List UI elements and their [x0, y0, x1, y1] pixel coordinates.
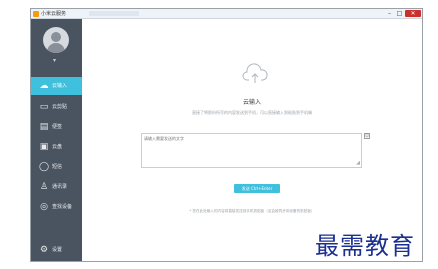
sidebar-item-contacts[interactable]: ♙ 通讯录 [31, 178, 82, 196]
message-input[interactable] [142, 134, 361, 167]
cloud-upload-icon: ☁ [39, 81, 49, 91]
minimize-button[interactable]: – [385, 10, 394, 17]
sidebar: ▾ ☁ 云输入 ▭ 云剪贴 ▤ 便签 ▣ 云盘 ◯ 短信 ♙ 通讯录 ◎ 查找设… [31, 19, 82, 261]
sidebar-item-settings[interactable]: ⚙ 设置 [31, 241, 82, 259]
sidebar-item-cloud-clipboard[interactable]: ▭ 云剪贴 [31, 98, 82, 116]
avatar[interactable] [43, 27, 69, 53]
title-tab [89, 11, 139, 16]
sidebar-item-label: 通讯录 [52, 184, 68, 190]
contacts-icon: ♙ [39, 182, 49, 192]
sidebar-item-label: 云盘 [52, 144, 63, 150]
sidebar-item-sms[interactable]: ◯ 短信 [31, 158, 82, 176]
sidebar-item-notes[interactable]: ▤ 便签 [31, 118, 82, 136]
app-window: 小米云服务 – □ ✕ ▾ ☁ 云输入 ▭ 云剪贴 ▤ 便签 ▣ 云盘 ◯ 短信 [30, 8, 423, 262]
main-panel: 云输入 直接了将那份所写的内容发送到手机，可以直接输入到粘贴到手机端 ◢ ☺ 发… [82, 19, 422, 261]
close-button[interactable]: ✕ [405, 10, 421, 17]
message-icon: ◯ [39, 162, 50, 172]
sidebar-item-label: 设置 [52, 247, 63, 253]
avatar-head-shape [51, 32, 61, 42]
note-icon: ▤ [39, 122, 49, 132]
title-bar[interactable]: 小米云服务 – □ ✕ [31, 9, 422, 19]
sidebar-item-label: 云输入 [52, 83, 68, 89]
sidebar-item-label: 云剪贴 [52, 104, 68, 110]
disk-icon: ▣ [39, 142, 49, 152]
maximize-button[interactable]: □ [395, 10, 404, 17]
app-logo-icon [33, 11, 39, 17]
watermark-text: 最需教育 [315, 232, 415, 260]
emoji-icon[interactable]: ☺ [364, 133, 370, 139]
locate-device-icon: ◎ [40, 202, 48, 212]
gear-icon: ⚙ [39, 245, 49, 255]
chevron-down-icon[interactable]: ▾ [53, 57, 56, 64]
window-title: 小米云服务 [41, 11, 67, 17]
sidebar-item-label: 短信 [52, 164, 63, 170]
tip-text: * 您在此处输入的内容将直接发送到手机剪贴板（这会被同步到设备的剪贴板） [189, 209, 315, 213]
cloud-upload-icon [242, 63, 268, 83]
sidebar-item-label: 便签 [52, 124, 63, 130]
sidebar-item-cloud-disk[interactable]: ▣ 云盘 [31, 138, 82, 156]
sidebar-item-label: 查找设备 [52, 204, 73, 210]
resize-handle-icon[interactable]: ◢ [356, 161, 360, 166]
sidebar-item-find-device[interactable]: ◎ 查找设备 [31, 198, 82, 216]
send-button[interactable]: 发送 Ctrl+Enter [234, 184, 280, 193]
text-input-box[interactable]: ◢ [141, 133, 362, 168]
page-title: 云输入 [242, 99, 261, 106]
sidebar-item-cloud-input[interactable]: ☁ 云输入 [31, 77, 82, 95]
clipboard-icon: ▭ [39, 102, 49, 112]
page-subtitle: 直接了将那份所写的内容发送到手机，可以直接输入到粘贴到手机端 [192, 110, 312, 115]
avatar-body-shape [47, 43, 65, 53]
